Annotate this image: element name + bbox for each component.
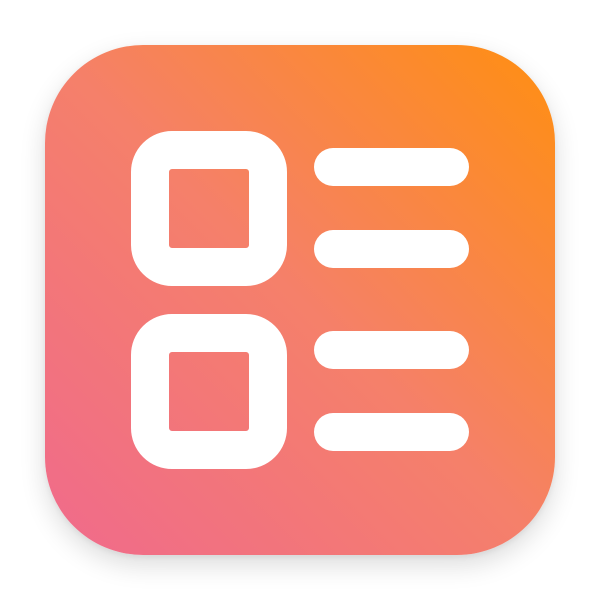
list-line-3	[314, 331, 469, 369]
list-line-1	[314, 148, 469, 186]
checklist-icon	[131, 131, 469, 469]
icon-canvas	[0, 0, 600, 600]
checkbox-top	[131, 131, 287, 286]
list-line-2	[314, 230, 469, 268]
checkbox-bottom	[131, 314, 287, 469]
list-line-4	[314, 413, 469, 451]
